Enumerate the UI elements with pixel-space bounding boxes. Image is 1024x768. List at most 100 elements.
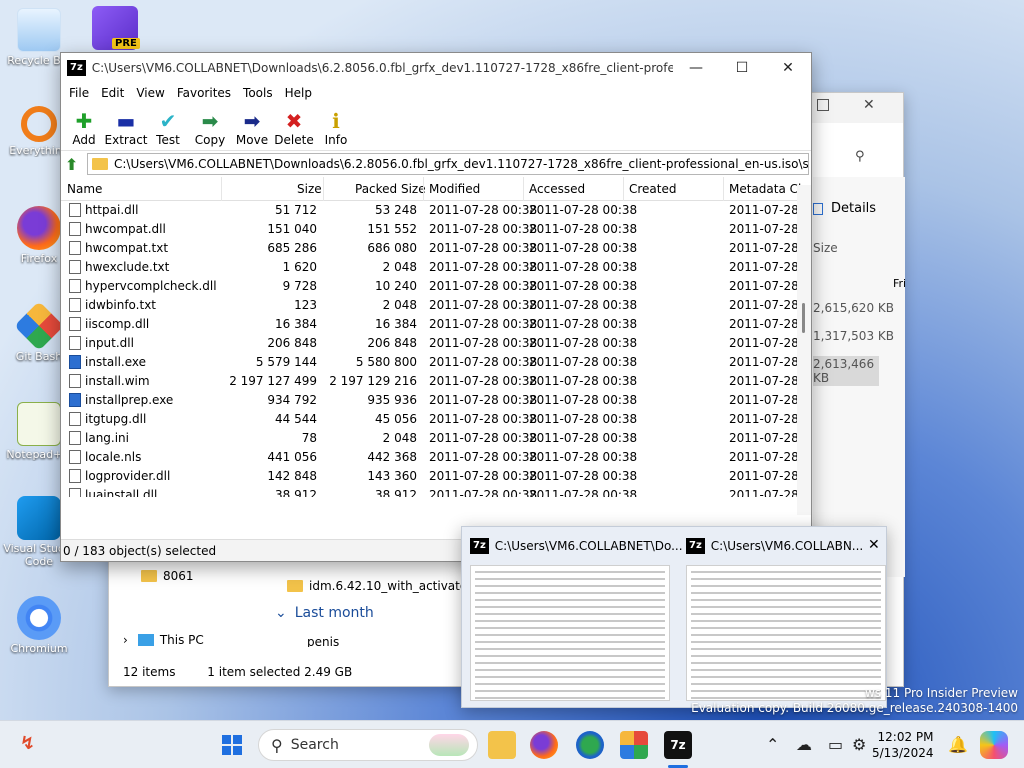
menu-edit[interactable]: Edit [95,86,130,100]
maximize-icon[interactable] [817,99,829,111]
up-folder-icon[interactable]: ⬆ [65,155,87,174]
table-row[interactable]: idwbinfo.txt 123 2 048 2011-07-28 00:38 2011… [61,296,811,315]
git-bash-icon [14,301,64,351]
copilot-pre-icon[interactable] [980,731,1008,759]
windows-icon [222,735,231,744]
table-row[interactable]: hwcompat.txt 685 286 686 080 2011-07-28 00:… [61,239,811,258]
menu-help[interactable]: Help [279,86,318,100]
size-column-header[interactable]: Size [813,241,838,255]
firefox-taskbar-icon[interactable] [530,731,558,759]
table-row[interactable]: hwcompat.dll 151 040 151 552 2011-07-28 00:… [61,220,811,239]
display-icon[interactable]: ▭ [828,735,843,754]
file-explorer-taskbar-icon[interactable] [488,731,516,759]
close-icon[interactable]: ✕ [863,97,875,113]
copy-icon: ➡ [201,109,219,133]
toolbar-add-button[interactable]: ✚ Add [63,103,105,150]
file-icon [69,469,81,483]
col-created[interactable]: Created [629,182,677,196]
thumbnail-window-1[interactable]: 7z C:\Users\VM6.COLLABNET\Do... [462,527,683,709]
table-row[interactable]: lang.ini 78 2 048 2011-07-28 00:38 2011-07-2… [61,429,811,448]
nav-item-this-pc[interactable]: › This PC [123,633,204,647]
minimize-button[interactable]: — [673,60,719,76]
chevron-up-icon[interactable]: ⌃ [766,735,779,754]
start-button[interactable] [218,731,246,759]
file-item-penis[interactable]: penis [307,635,339,647]
taskbar: ↯ ⚲ Search 7z ⌃ ☁ ▭ ⚙ 12:02 PM 5/13/2024… [0,720,1024,768]
table-row[interactable]: logprovider.dll 142 848 143 360 2011-07-28 … [61,467,811,486]
cloud-offline-icon[interactable]: ☁ [796,735,812,754]
col-metadata[interactable]: Metadata Ch [729,182,806,196]
menu-file[interactable]: File [63,86,95,100]
scroll-thumb[interactable] [802,303,805,333]
toolbar-info-button[interactable]: ℹ Info [315,103,357,150]
windows-installer-taskbar-icon[interactable] [620,731,648,759]
search-highlight-icon [429,734,469,756]
desktop-icon-vs-pre[interactable]: PRE [92,6,142,52]
table-row[interactable]: httpai.dll 51 712 53 248 2011-07-28 00:38 20… [61,201,811,220]
folder-icon [287,580,303,592]
maximize-button[interactable]: ☐ [719,60,765,76]
sevenzip-titlebar[interactable]: 7z C:\Users\VM6.COLLABNET\Downloads\6.2.… [61,53,811,83]
notepad-icon [17,402,61,446]
chevron-down-icon: ⌄ [275,605,287,621]
menu-view[interactable]: View [130,86,170,100]
table-row[interactable]: installprep.exe 934 792 935 936 2011-07-28 … [61,391,811,410]
file-icon [69,355,81,369]
search-icon[interactable]: ⚲ [855,149,865,164]
explorer-size-1: 1,317,503 KB [813,329,894,343]
close-button[interactable]: ✕ [765,60,811,76]
details-icon [813,203,823,215]
details-button[interactable]: Details [831,201,876,216]
col-size[interactable]: Size [297,182,322,196]
table-row[interactable]: install.exe 5 579 144 5 580 800 2011-07-28 … [61,353,811,372]
table-row[interactable]: hwexclude.txt 1 620 2 048 2011-07-28 00:38 2… [61,258,811,277]
file-icon [69,412,81,426]
clock[interactable]: 12:02 PM 5/13/2024 [872,729,934,761]
file-list[interactable]: httpai.dll 51 712 53 248 2011-07-28 00:38 20… [61,201,811,497]
notification-bell-icon[interactable]: 🔔 [948,735,968,754]
menu-tools[interactable]: Tools [237,86,279,100]
table-row[interactable]: install.wim 2 197 127 499 2 197 129 216 201… [61,372,811,391]
sevenzip-taskbar-icon[interactable]: 7z [664,731,692,759]
vertical-scrollbar[interactable] [797,185,811,515]
widgets-icon[interactable]: ↯ [20,733,35,754]
network-icon[interactable]: ⚙ [852,735,866,754]
col-modified[interactable]: Modified [429,182,480,196]
toolbar-delete-button[interactable]: ✖ Delete [273,103,315,150]
close-thumbnail-icon[interactable]: ✕ [868,537,880,553]
address-input[interactable]: C:\Users\VM6.COLLABNET\Downloads\6.2.805… [87,153,809,175]
file-icon [69,222,81,236]
table-row[interactable]: input.dll 206 848 206 848 2011-07-28 00:38 2… [61,334,811,353]
computer-icon [137,634,154,646]
nav-item-8061[interactable]: 8061 [141,569,194,583]
taskbar-search[interactable]: ⚲ Search [258,729,478,761]
toolbar-move-button[interactable]: ➡ Move [231,103,273,150]
toolbar-copy-button[interactable]: ➡ Copy [189,103,231,150]
col-accessed[interactable]: Accessed [529,182,585,196]
table-row[interactable]: hypervcomplcheck.dll 9 728 10 240 2011-07-2… [61,277,811,296]
toolbar-test-button[interactable]: ✔ Test [147,103,189,150]
col-packed-size[interactable]: Packed Size [355,182,426,196]
table-row[interactable]: itgtupg.dll 44 544 45 056 2011-07-28 00:38 2… [61,410,811,429]
toolbar-extract-button[interactable]: ▬ Extract [105,103,148,150]
group-last-month[interactable]: ⌄ Last month [275,605,374,621]
thumbnail-window-2[interactable]: 7z C:\Users\VM6.COLLABN... ✕ [678,527,888,709]
test-icon: ✔ [159,109,177,133]
network-app-taskbar-icon[interactable] [576,731,604,759]
explorer-size-2: 2,613,466 KB [813,356,879,386]
table-row[interactable]: luainstall.dll 38 912 38 912 2011-07-28 00:… [61,486,811,497]
extract-icon: ▬ [116,109,136,133]
vscode-icon [17,496,61,540]
menu-favorites[interactable]: Favorites [171,86,237,100]
folder-icon [141,570,157,582]
file-icon [69,488,81,497]
table-row[interactable]: locale.nls 441 056 442 368 2011-07-28 00:38… [61,448,811,467]
add-icon: ✚ [75,109,93,133]
explorer-size-0: 2,615,620 KB [813,301,894,315]
sevenzip-window[interactable]: 7z C:\Users\VM6.COLLABNET\Downloads\6.2.… [60,52,812,562]
column-headers: Name Size Packed Size Modified Accessed … [61,177,811,201]
desktop-icon-chromium[interactable]: Chromium [2,596,76,655]
fri-text: Fri [893,277,907,290]
col-name[interactable]: Name [67,182,102,196]
table-row[interactable]: iiscomp.dll 16 384 16 384 2011-07-28 00:38 2… [61,315,811,334]
